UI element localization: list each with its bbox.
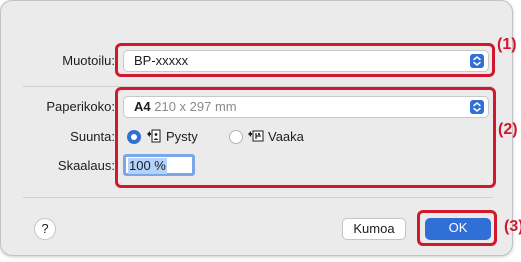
callout-label-3: (3) (504, 218, 521, 235)
callout-label-2: (2) (498, 121, 518, 138)
callout-label-1: (1) (497, 36, 517, 53)
format-label: Muotoilu: (62, 53, 115, 68)
paper-size-label: Paperikoko: (46, 99, 115, 114)
divider (23, 197, 493, 198)
scale-label: Skaalaus: (57, 158, 115, 173)
cancel-button[interactable]: Kumoa (342, 218, 406, 240)
callout-box-1 (115, 43, 495, 77)
help-button[interactable]: ? (34, 218, 56, 240)
orientation-label: Suunta: (70, 129, 115, 144)
callout-box-2 (115, 87, 496, 188)
callout-box-3 (417, 210, 497, 246)
